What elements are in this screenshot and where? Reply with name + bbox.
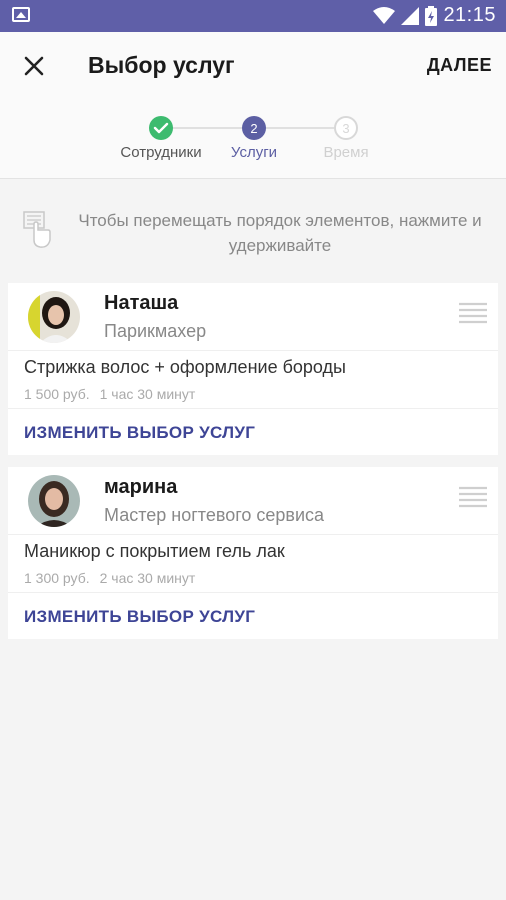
step-number: 2: [250, 120, 258, 136]
next-button[interactable]: ДАЛЕЕ: [427, 55, 492, 76]
employee-name: Наташа: [104, 292, 179, 314]
stepper: 2 3 Сотрудники Услуги Время: [0, 100, 506, 179]
touch-hold-icon: [23, 211, 51, 248]
step-connector: [172, 127, 242, 129]
service-name: Маникюр с покрытием гель лак: [24, 541, 285, 561]
step-inactive-indicator: 3: [334, 116, 358, 140]
change-services-label[interactable]: ИЗМЕНИТЬ ВЫБОР УСЛУГ: [24, 423, 255, 443]
step-number: 3: [342, 120, 350, 136]
avatar: [28, 291, 80, 343]
employee-card[interactable]: марина Мастер ногтевого сервиса Маникюр …: [8, 467, 498, 639]
employee-role: Парикмахер: [104, 321, 207, 341]
step-done-indicator: [149, 116, 173, 140]
service-item: Маникюр с покрытием гель лак 1 300 руб. 2…: [8, 535, 498, 593]
employee-name: марина: [104, 476, 178, 498]
employee-card[interactable]: Наташа Парикмахер Стрижка волос + оформл…: [8, 283, 498, 455]
status-time: 21:15: [443, 4, 496, 26]
toolbar: Выбор услуг ДАЛЕЕ: [0, 32, 506, 100]
change-services-label[interactable]: ИЗМЕНИТЬ ВЫБОР УСЛУГ: [24, 607, 255, 627]
drag-handle-icon[interactable]: [458, 301, 488, 327]
signal-icon: [401, 6, 420, 25]
step-active-indicator: 2: [242, 116, 266, 140]
service-item: Стрижка волос + оформление бороды 1 500 …: [8, 351, 498, 409]
service-meta: 1 500 руб. 1 час 30 минут: [24, 386, 195, 402]
close-button[interactable]: [18, 50, 50, 82]
drag-handle-icon[interactable]: [458, 485, 488, 511]
image-icon: [12, 7, 30, 22]
reorder-hint: Чтобы перемещать порядок элементов, нажм…: [0, 196, 506, 266]
status-icons: 21:15: [373, 4, 496, 27]
service-price: 1 500 руб.: [24, 386, 90, 402]
step-connector: [266, 127, 334, 129]
employee-header: марина Мастер ногтевого сервиса: [8, 467, 498, 535]
service-duration: 2 час 30 минут: [99, 570, 196, 586]
close-icon: [24, 56, 44, 76]
step-label-employees[interactable]: Сотрудники: [120, 144, 201, 161]
change-services-button[interactable]: ИЗМЕНИТЬ ВЫБОР УСЛУГ: [8, 409, 498, 455]
step-label-time: Время: [323, 144, 369, 161]
change-services-button[interactable]: ИЗМЕНИТЬ ВЫБОР УСЛУГ: [8, 593, 498, 639]
check-icon: [153, 122, 169, 134]
hint-text: Чтобы перемещать порядок элементов, нажм…: [78, 211, 482, 255]
service-meta: 1 300 руб. 2 час 30 минут: [24, 570, 195, 586]
page-title: Выбор услуг: [88, 52, 235, 78]
service-name: Стрижка волос + оформление бороды: [24, 357, 346, 377]
status-bar: 21:15: [0, 0, 506, 32]
service-duration: 1 час 30 минут: [99, 386, 196, 402]
service-price: 1 300 руб.: [24, 570, 90, 586]
avatar: [28, 475, 80, 527]
step-label-services[interactable]: Услуги: [231, 144, 277, 161]
wifi-icon: [373, 6, 396, 24]
battery-icon: [425, 5, 438, 26]
employee-header: Наташа Парикмахер: [8, 283, 498, 351]
employee-role: Мастер ногтевого сервиса: [104, 505, 325, 525]
